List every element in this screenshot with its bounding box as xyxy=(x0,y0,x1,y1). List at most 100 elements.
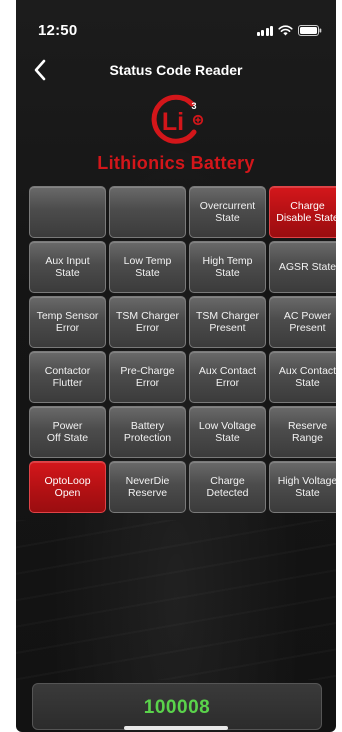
status-tile-text: Off State xyxy=(46,432,89,444)
status-tile[interactable] xyxy=(29,186,106,238)
status-tile-text: High Voltage xyxy=(277,475,336,487)
status-tile-text: Temp Sensor xyxy=(36,310,99,322)
status-tile-text: Error xyxy=(135,377,160,389)
status-grid: Overcurrent State Charge Disable State Aux I… xyxy=(29,186,336,513)
status-tile-label: Reserve Range xyxy=(288,420,327,444)
status-tile-label: TSM Charger Error xyxy=(116,310,179,334)
status-tile[interactable]: Charge Disable State xyxy=(269,186,336,238)
status-tile-text: State xyxy=(295,377,320,389)
status-tile-text: Contactor xyxy=(44,365,91,377)
status-tile[interactable]: Charge Detected xyxy=(189,461,266,513)
status-tile[interactable]: OptoLoop Open xyxy=(29,461,106,513)
home-indicator[interactable] xyxy=(124,726,228,730)
status-tile-text: Overcurrent xyxy=(199,200,256,212)
status-tile-text: TSM Charger xyxy=(195,310,259,322)
status-tile-label: AGSR State xyxy=(279,261,336,273)
status-tile-label: OptoLoop Open xyxy=(44,475,90,499)
status-tile[interactable] xyxy=(109,186,186,238)
status-tile-text: Reserve xyxy=(287,420,328,432)
status-tile-label: Power Off State xyxy=(47,420,88,444)
status-tile-label: High Temp State xyxy=(203,255,253,279)
status-tile-text: Open xyxy=(54,487,81,499)
status-tile-text: Error xyxy=(55,322,80,334)
lithionics-logo-icon: Li 3 xyxy=(148,92,206,150)
status-tile-text: NeverDie xyxy=(125,475,170,487)
status-tile[interactable]: Pre-Charge Error xyxy=(109,351,186,403)
status-tile-text: State xyxy=(215,267,240,279)
status-tile-text: Aux Contact xyxy=(198,365,257,377)
status-tile-label: High Voltage State xyxy=(278,475,336,499)
status-tile[interactable]: Low Voltage State xyxy=(189,406,266,458)
status-tile-label: Low Voltage State xyxy=(199,420,256,444)
status-tile-text: Detected xyxy=(206,487,249,499)
status-tile-text: Range xyxy=(292,432,323,444)
status-tile-label: Low Temp State xyxy=(124,255,172,279)
status-tile-label: Aux Contact Error xyxy=(199,365,256,389)
status-tile[interactable]: Overcurrent State xyxy=(189,186,266,238)
status-tile-label: Aux Input State xyxy=(45,255,89,279)
status-tile-text: High Temp xyxy=(202,255,253,267)
status-tile-text: State xyxy=(215,432,240,444)
status-tile-text: Present xyxy=(289,322,326,334)
status-tile[interactable]: Reserve Range xyxy=(269,406,336,458)
background-pattern xyxy=(16,520,336,680)
status-tile-label: Charge Disable State xyxy=(276,200,336,224)
wifi-icon xyxy=(278,25,293,36)
status-code-display: 100008 xyxy=(32,683,322,730)
status-tile-text: Low Temp xyxy=(123,255,172,267)
status-tile-text: Charge xyxy=(210,475,245,487)
status-tile-text: AGSR State xyxy=(278,261,336,273)
status-tile-text: Battery xyxy=(130,420,165,432)
navigation-bar: Status Code Reader xyxy=(16,52,336,88)
status-tile-text: Aux Input xyxy=(45,255,90,267)
status-tile[interactable]: Contactor Flutter xyxy=(29,351,106,403)
page-title: Status Code Reader xyxy=(109,62,243,78)
status-tile[interactable]: Battery Protection xyxy=(109,406,186,458)
status-tile-label: Temp Sensor Error xyxy=(37,310,99,334)
status-tile[interactable]: NeverDie Reserve xyxy=(109,461,186,513)
status-tile-text: Error xyxy=(135,322,160,334)
status-tile-label: Aux Contact State xyxy=(279,365,336,389)
status-tile-label: AC Power Present xyxy=(284,310,331,334)
status-tile[interactable]: Low Temp State xyxy=(109,241,186,293)
status-tile[interactable]: Aux Contact Error xyxy=(189,351,266,403)
status-tile-text: Flutter xyxy=(52,377,83,389)
status-time: 12:50 xyxy=(38,22,78,39)
status-tile-text: Low Voltage xyxy=(198,420,257,432)
status-tile[interactable]: Aux Input State xyxy=(29,241,106,293)
status-tile-label: Battery Protection xyxy=(124,420,171,444)
status-tile[interactable]: TSM Charger Present xyxy=(189,296,266,348)
status-tile-label: Overcurrent State xyxy=(200,200,255,224)
status-tile[interactable]: Power Off State xyxy=(29,406,106,458)
status-tile-text: Aux Contact xyxy=(278,365,336,377)
status-tile[interactable]: Temp Sensor Error xyxy=(29,296,106,348)
status-tile-label: NeverDie Reserve xyxy=(126,475,170,499)
status-tile[interactable]: TSM Charger Error xyxy=(109,296,186,348)
status-tile[interactable]: AGSR State xyxy=(269,241,336,293)
status-tile-label: Contactor Flutter xyxy=(45,365,91,389)
status-tile-text: State xyxy=(215,212,240,224)
status-tile-text: TSM Charger xyxy=(115,310,179,322)
status-tile-text: Present xyxy=(209,322,246,334)
status-tile[interactable]: AC Power Present xyxy=(269,296,336,348)
signal-icon xyxy=(256,26,273,36)
status-tile-text: State xyxy=(135,267,160,279)
status-tile-text: OptoLoop xyxy=(44,475,91,487)
status-tile-text: AC Power xyxy=(283,310,332,322)
status-tile[interactable]: High Temp State xyxy=(189,241,266,293)
status-tile[interactable]: Aux Contact State xyxy=(269,351,336,403)
status-bar: 12:50 xyxy=(16,0,336,50)
logo-superscript: 3 xyxy=(191,101,196,111)
status-tile-label: Charge Detected xyxy=(206,475,248,499)
status-tile-label: Pre-Charge Error xyxy=(120,365,174,389)
status-tile[interactable]: High Voltage State xyxy=(269,461,336,513)
app-screen: 12:50 Status Code Reader Li 3 Lithionics… xyxy=(16,0,336,732)
status-tile-label: TSM Charger Present xyxy=(196,310,259,334)
status-tile-text: Error xyxy=(215,377,240,389)
status-tile-text: Pre-Charge xyxy=(120,365,175,377)
status-tile-text: State xyxy=(55,267,80,279)
logo-mark-text: Li xyxy=(162,108,184,136)
status-code-value: 100008 xyxy=(143,697,211,718)
status-tile-text: Charge xyxy=(290,200,325,212)
status-tile-text: State xyxy=(295,487,320,499)
